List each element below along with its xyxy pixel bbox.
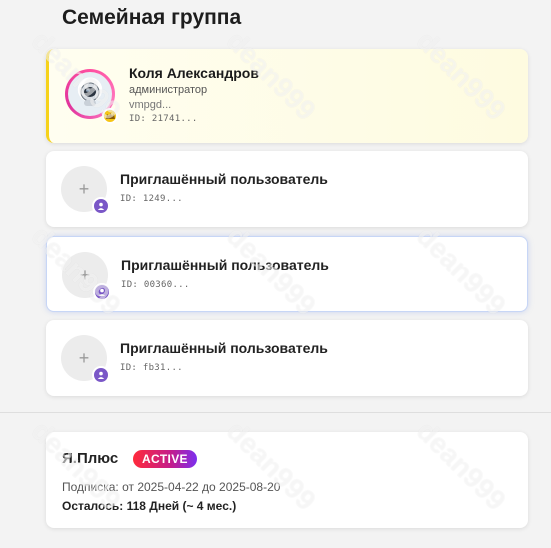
- user-badge-icon: [92, 366, 110, 384]
- member-id: ID: fb31...: [120, 363, 183, 373]
- admin-id: ID: 21741...: [129, 114, 198, 124]
- admin-role: администратор: [129, 84, 208, 96]
- subscription-name: Я.Плюс: [62, 450, 119, 467]
- status-badge: ACTIVE: [133, 450, 197, 468]
- family-member-card[interactable]: + Приглашённый пользователь ID: 1249...: [46, 151, 528, 227]
- subscription-dates: Подписка: от 2025-04-22 до 2025-08-20: [62, 480, 281, 494]
- user-badge-icon: [92, 197, 110, 215]
- member-id: ID: 00360...: [121, 280, 190, 290]
- admin-name: Коля Александров: [129, 65, 259, 81]
- member-title: Приглашённый пользователь: [120, 340, 328, 356]
- section-divider: [0, 412, 551, 413]
- family-member-card-admin[interactable]: Коля Александров администратор vmpgd... …: [46, 49, 528, 143]
- subscription-remaining: Осталось: 118 Дней (~ 4 мес.): [62, 499, 237, 513]
- family-member-card[interactable]: + Приглашённый пользователь ID: fb31...: [46, 320, 528, 396]
- admin-email: vmpgd...: [129, 99, 172, 111]
- member-title: Приглашённый пользователь: [120, 171, 328, 187]
- member-id: ID: 1249...: [120, 194, 183, 204]
- user-badge-icon: [93, 283, 111, 301]
- page-title: Семейная группа: [62, 6, 242, 29]
- crown-icon: [102, 108, 118, 124]
- astronaut-avatar-icon: [80, 82, 100, 106]
- family-member-card[interactable]: + Приглашённый пользователь ID: 00360...: [46, 236, 528, 312]
- subscription-card: Я.Плюс ACTIVE Подписка: от 2025-04-22 до…: [46, 432, 528, 528]
- member-title: Приглашённый пользователь: [121, 257, 329, 273]
